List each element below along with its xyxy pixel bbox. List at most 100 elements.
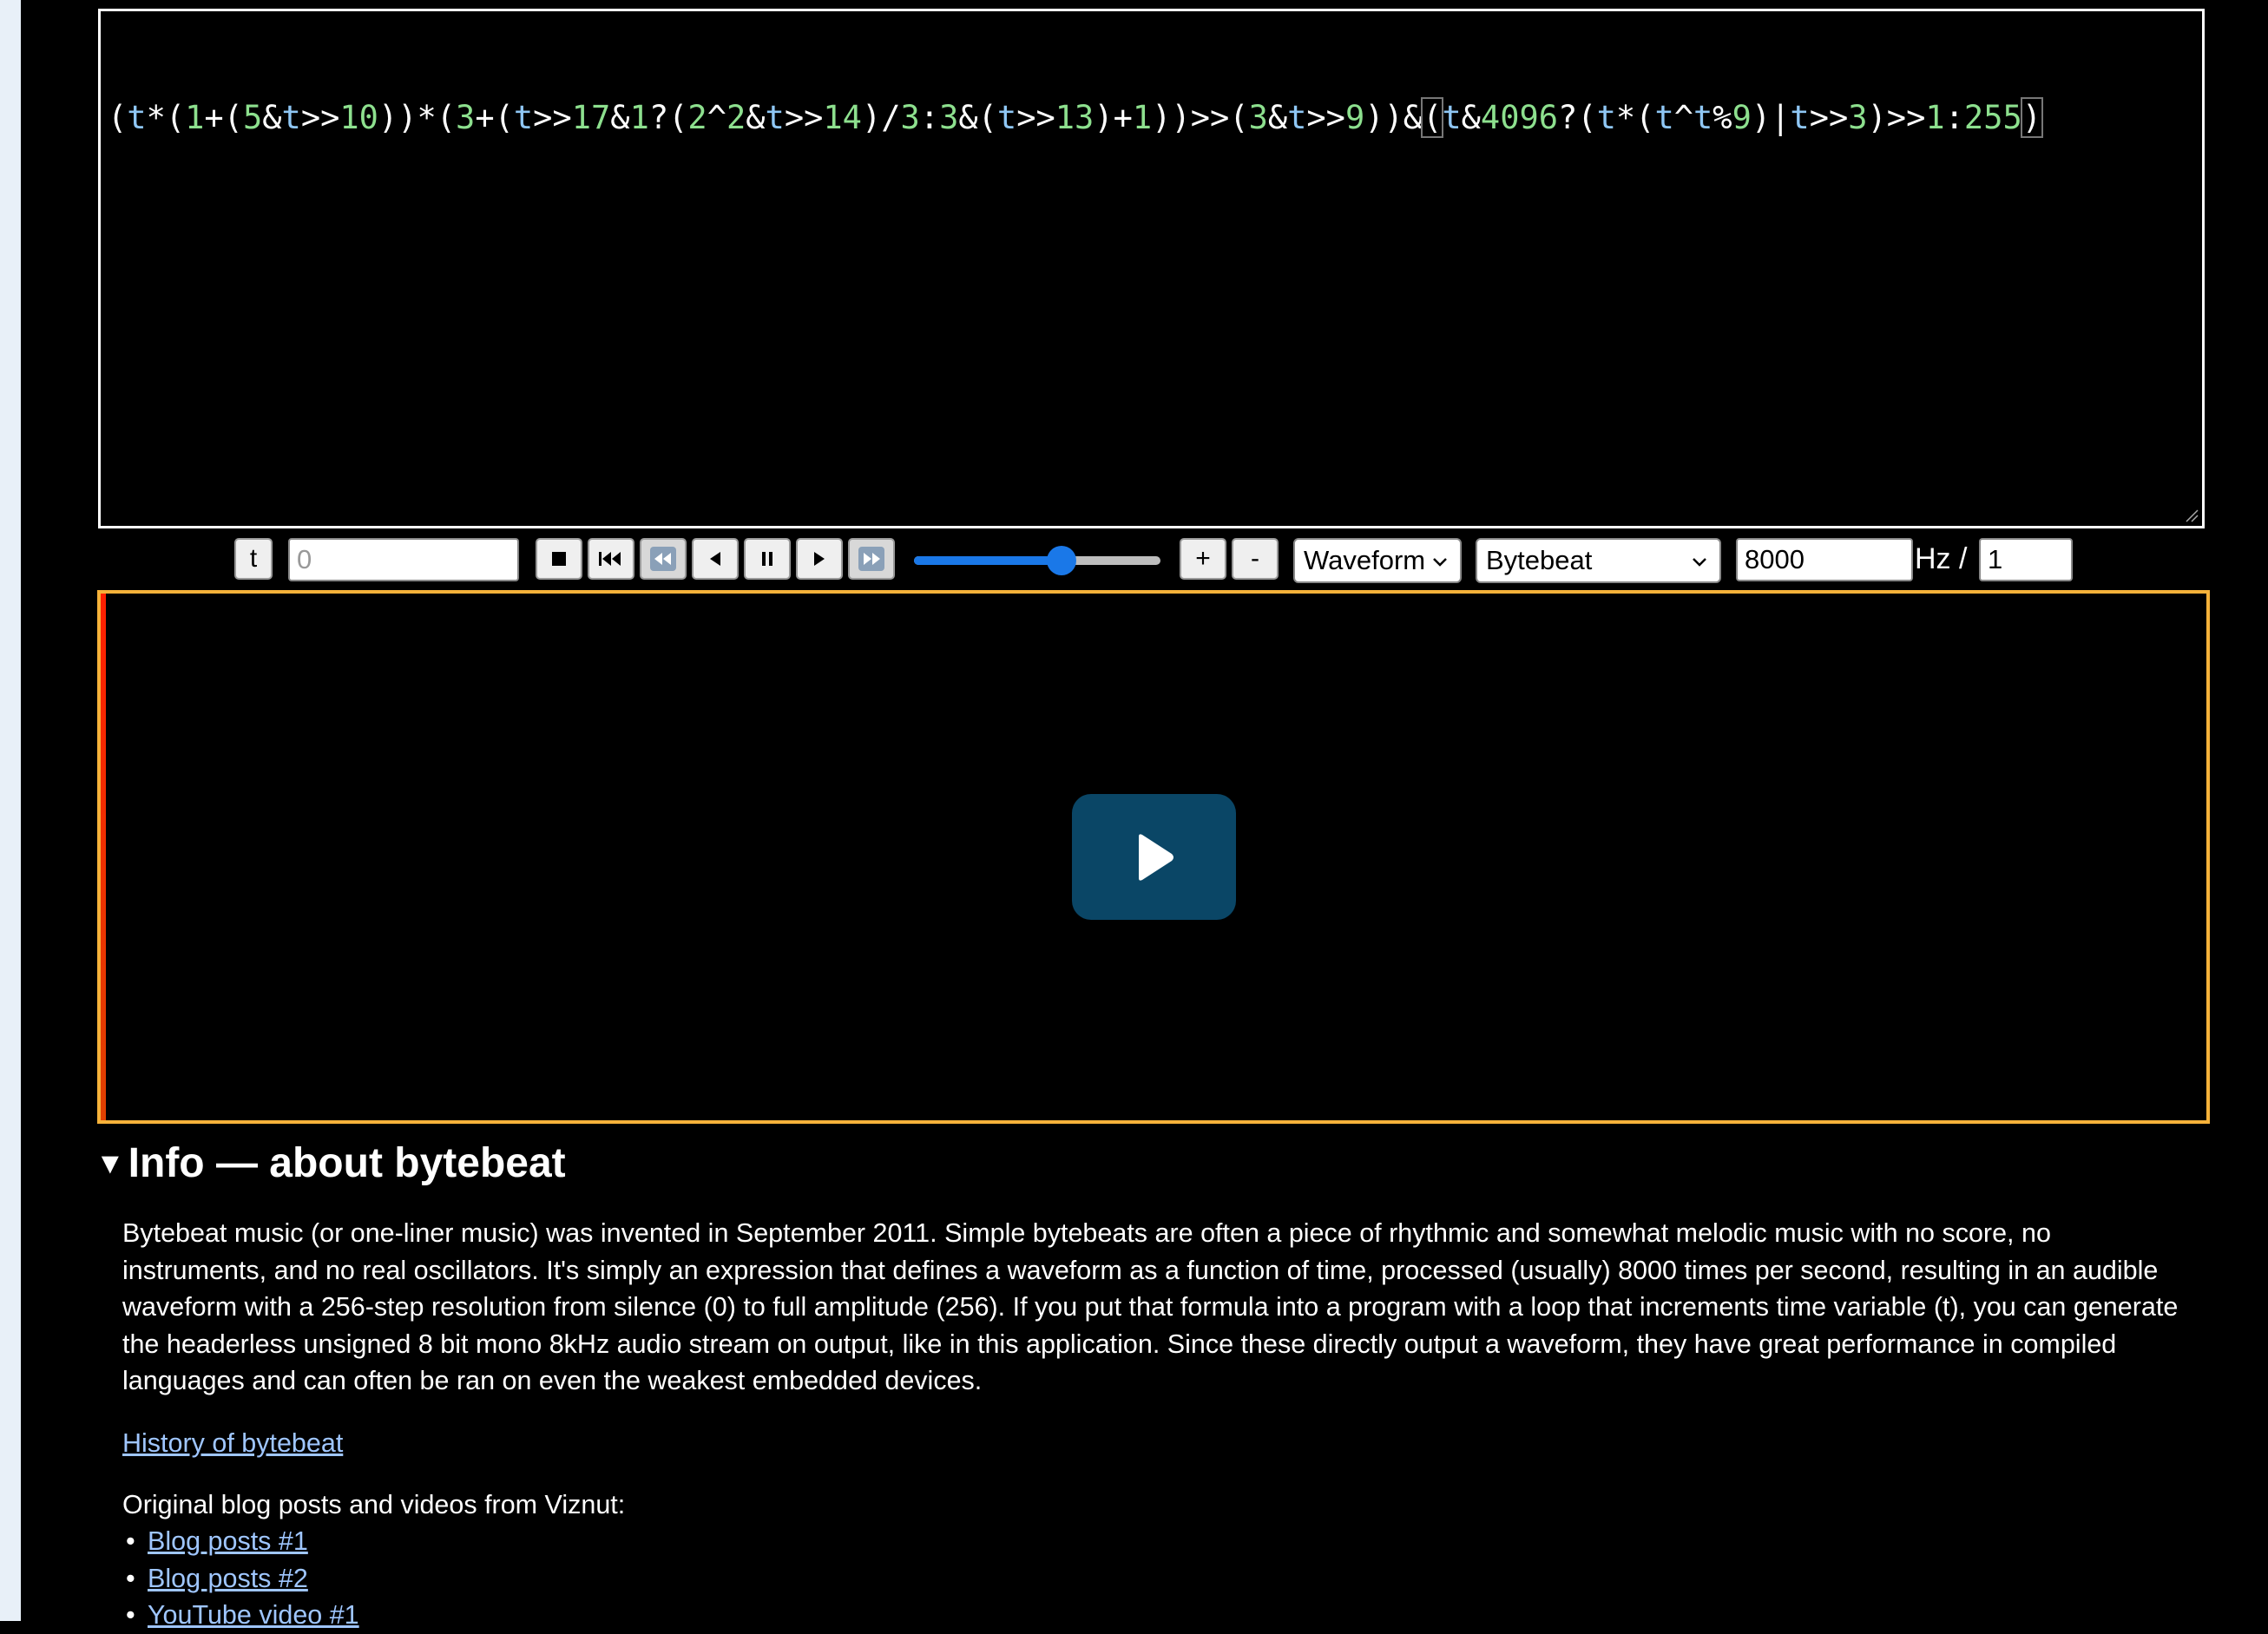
info-description: Bytebeat music (or one-liner music) was …: [122, 1218, 2179, 1396]
zoom-out-label: -: [1251, 544, 1259, 573]
code-number: 17: [571, 99, 611, 136]
sample-divisor-input[interactable]: 1: [1979, 538, 2073, 581]
code-operator: >>: [300, 99, 340, 136]
code-operator: >>: [1016, 99, 1055, 136]
stop-icon: [552, 552, 566, 566]
code-number: 3: [1848, 99, 1868, 136]
audio-mode-value: Bytebeat: [1486, 545, 1593, 575]
play-button[interactable]: [796, 538, 843, 580]
code-number: 4096: [1480, 99, 1559, 136]
youtube-video-1-link[interactable]: YouTube video #1: [148, 1600, 359, 1630]
code-operator: %: [1713, 99, 1732, 136]
fast-rewind-button[interactable]: [640, 538, 687, 580]
page-left-margin: [0, 0, 21, 1621]
control-bar: t 0 + - Waveform Bytebeat 8000 Hz / 1: [0, 535, 2268, 586]
zoom-in-label: +: [1195, 544, 1211, 573]
code-operator: +(: [204, 99, 243, 136]
volume-slider-fill: [914, 556, 1062, 565]
code-variable: t: [281, 99, 301, 136]
code-variable: t: [1287, 99, 1307, 136]
code-number: 5: [242, 99, 263, 136]
fast-rewind-icon: [650, 547, 676, 571]
blog-posts-2-link[interactable]: Blog posts #2: [148, 1564, 308, 1593]
code-operator: *(: [146, 99, 186, 136]
play-icon: [814, 552, 825, 566]
skip-to-start-icon: [599, 552, 621, 566]
code-number: 9: [1732, 99, 1752, 136]
info-toggle[interactable]: ▼Info — about bytebeat: [95, 1135, 566, 1192]
code-variable: t: [127, 99, 147, 136]
stop-button[interactable]: [536, 538, 582, 580]
code-number: 14: [823, 99, 862, 136]
sample-rate-value: 8000: [1745, 544, 1805, 574]
sample-rate-input[interactable]: 8000: [1736, 538, 1913, 581]
fast-forward-button[interactable]: [848, 538, 895, 580]
code-operator: (: [1421, 97, 1444, 138]
audio-mode-select[interactable]: Bytebeat: [1476, 538, 1721, 583]
sample-divisor-value: 1: [1988, 544, 2003, 574]
resize-grip-icon[interactable]: [2185, 509, 2199, 522]
original-posts-label: Original blog posts and videos from Vizn…: [122, 1490, 626, 1519]
playhead-marker: [101, 594, 106, 1120]
time-input-placeholder: 0: [297, 544, 312, 574]
hz-label: Hz /: [1915, 542, 1968, 575]
restart-button[interactable]: [588, 538, 634, 580]
zoom-out-button[interactable]: -: [1232, 538, 1279, 580]
waveform-canvas[interactable]: [97, 590, 2210, 1124]
code-line: (t*(1+(5&t>>10))*(3+(t>>17&1?(2^2&t>>14)…: [108, 97, 2195, 139]
draw-mode-select[interactable]: Waveform: [1293, 538, 1462, 583]
code-operator: )>>: [1867, 99, 1926, 136]
code-operator: )+: [1094, 99, 1133, 136]
code-number: 9: [1344, 99, 1365, 136]
code-number: 3: [1248, 99, 1268, 136]
viznut-links-list: Blog posts #1 Blog posts #2 YouTube vide…: [122, 1523, 359, 1634]
list-item: Blog posts #2: [122, 1560, 359, 1598]
code-operator: +(: [475, 99, 514, 136]
code-operator: :: [919, 99, 940, 136]
code-number: 255: [1963, 99, 2022, 136]
code-number: 10: [339, 99, 378, 136]
code-operator: ^: [1673, 99, 1693, 136]
code-operator: >>: [1306, 99, 1345, 136]
canvas-play-button[interactable]: [1072, 794, 1236, 920]
info-title: Info — about bytebeat: [128, 1140, 566, 1186]
volume-slider[interactable]: [914, 546, 1160, 575]
play-reverse-button[interactable]: [692, 538, 739, 580]
code-operator: ?(: [648, 99, 688, 136]
code-operator: )/: [861, 99, 901, 136]
code-variable: t: [513, 99, 534, 136]
code-operator: >>: [1809, 99, 1849, 136]
code-operator: (: [108, 99, 128, 136]
code-operator: ): [2020, 97, 2044, 138]
blog-posts-1-link[interactable]: Blog posts #1: [148, 1526, 308, 1556]
code-operator: &: [746, 99, 766, 136]
volume-slider-thumb[interactable]: [1047, 546, 1077, 575]
code-operator: *(: [1615, 99, 1655, 136]
code-operator: &: [1461, 99, 1481, 136]
code-operator: ))>>(: [1152, 99, 1249, 136]
code-operator: &: [610, 99, 630, 136]
code-operator: &(: [958, 99, 997, 136]
code-operator: >>: [533, 99, 572, 136]
code-operator: ))&: [1364, 99, 1423, 136]
code-operator: &: [1267, 99, 1288, 136]
code-number: 1: [1925, 99, 1945, 136]
code-number: 1: [185, 99, 205, 136]
time-input[interactable]: 0: [288, 538, 519, 581]
pause-icon: [762, 552, 772, 566]
chevron-down-icon: [1433, 558, 1447, 567]
history-link[interactable]: History of bytebeat: [122, 1428, 343, 1458]
code-operator: &: [262, 99, 282, 136]
time-unit-label: t: [249, 544, 258, 573]
code-editor[interactable]: (t*(1+(5&t>>10))*(3+(t>>17&1?(2^2&t>>14)…: [98, 9, 2205, 528]
pause-button[interactable]: [744, 538, 791, 580]
code-variable: t: [996, 99, 1017, 136]
fast-forward-icon: [858, 547, 884, 571]
time-unit-button[interactable]: t: [234, 538, 273, 580]
code-variable: t: [765, 99, 785, 136]
list-item: YouTube video #1: [122, 1597, 359, 1634]
code-variable: t: [1442, 99, 1462, 136]
code-number: 3: [939, 99, 959, 136]
zoom-in-button[interactable]: +: [1180, 538, 1226, 580]
code-number: 3: [456, 99, 476, 136]
